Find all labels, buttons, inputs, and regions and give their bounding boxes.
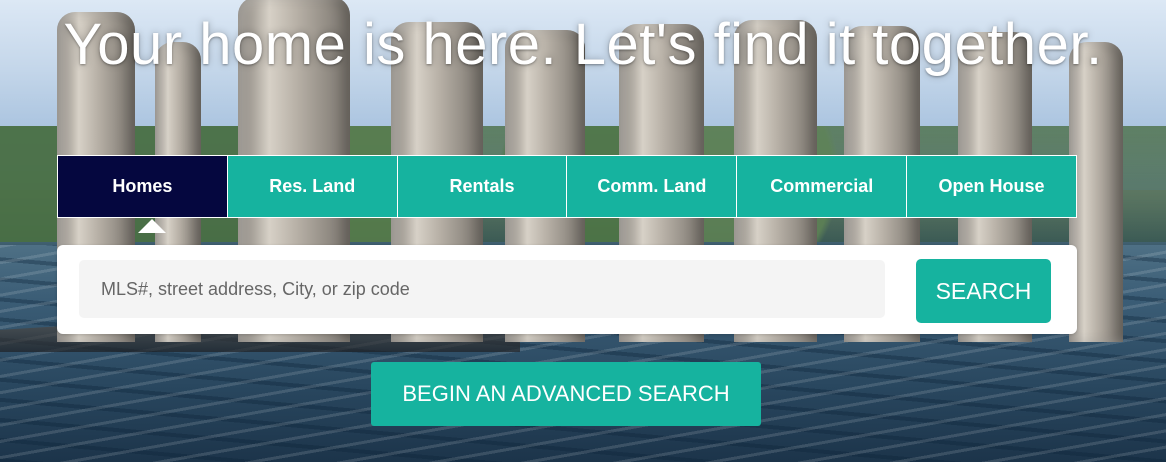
property-type-tabs: Homes Res. Land Rentals Comm. Land Comme… bbox=[57, 155, 1077, 233]
page-headline: Your home is here. Let's find it togethe… bbox=[63, 12, 1103, 77]
tab-commercial[interactable]: Commercial bbox=[737, 156, 908, 217]
tab-rentals[interactable]: Rentals bbox=[397, 156, 568, 217]
tab-comm-land[interactable]: Comm. Land bbox=[567, 156, 738, 217]
search-button[interactable]: SEARCH bbox=[916, 259, 1051, 323]
search-panel: SEARCH bbox=[57, 245, 1077, 334]
tab-homes[interactable]: Homes bbox=[58, 156, 228, 233]
advanced-search-button[interactable]: BEGIN AN ADVANCED SEARCH bbox=[371, 362, 761, 426]
tab-open-house[interactable]: Open House bbox=[907, 156, 1076, 217]
tab-res-land[interactable]: Res. Land bbox=[227, 156, 398, 217]
bridge-pillar bbox=[1069, 42, 1123, 342]
hero-search-section: Your home is here. Let's find it togethe… bbox=[0, 0, 1166, 462]
search-input[interactable] bbox=[79, 260, 885, 318]
